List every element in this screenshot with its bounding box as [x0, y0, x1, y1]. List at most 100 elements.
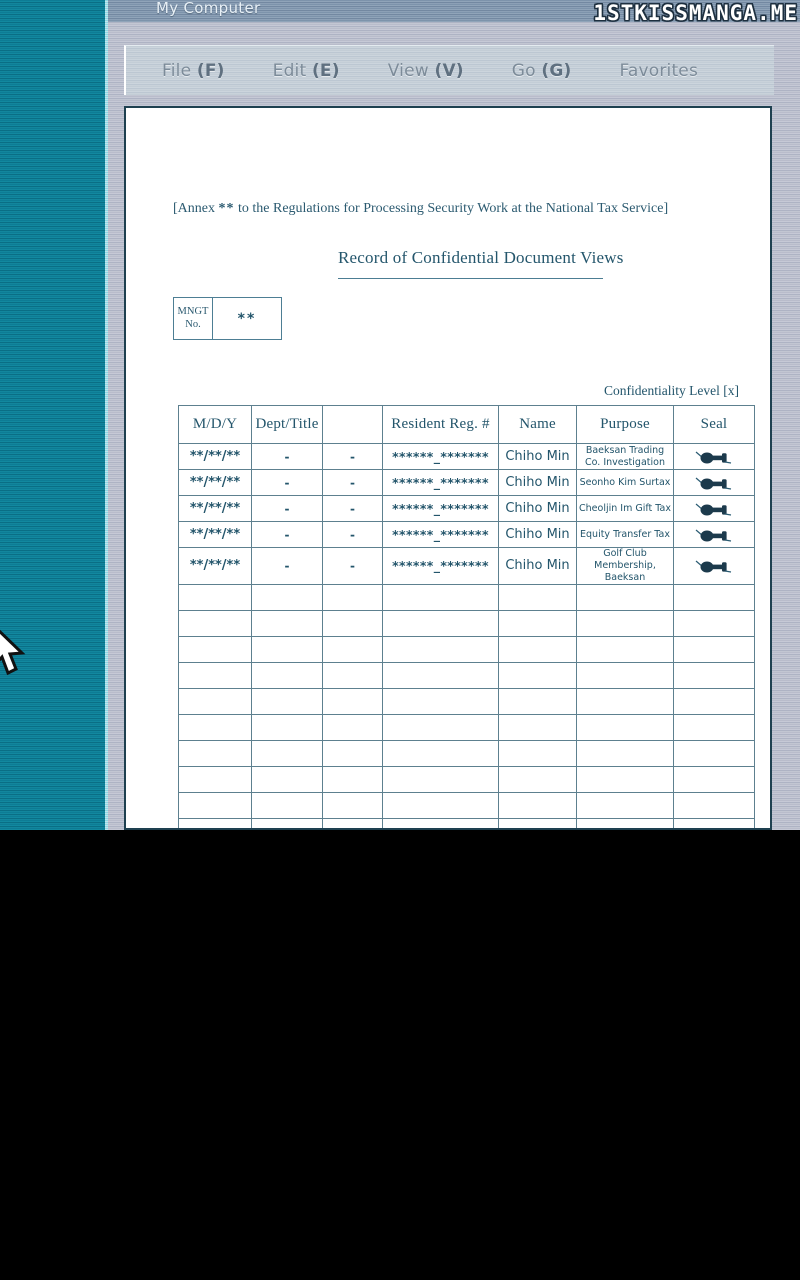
col-header-name: Name	[498, 405, 577, 444]
cell-name: Chiho Min	[498, 495, 577, 522]
cell-empty	[251, 583, 323, 611]
cell-empty	[251, 765, 323, 793]
cell-empty	[673, 765, 755, 793]
management-number-box: MNGT No. **	[173, 297, 282, 340]
table-row: **/**/** - - ******_******* Chiho Min Baeksan…	[178, 443, 755, 470]
table-header-row: M/D/Y Dept/Title Resident Reg. # Name Pu…	[178, 405, 755, 444]
col-header-date: M/D/Y	[178, 405, 252, 444]
table-row-empty	[178, 765, 755, 793]
table-row-empty	[178, 661, 755, 689]
col-header-resident-reg: Resident Reg. #	[382, 405, 499, 444]
cell-empty	[576, 661, 674, 689]
cell-empty	[322, 817, 383, 828]
cell-name: Chiho Min	[498, 469, 577, 496]
cell-empty	[673, 713, 755, 741]
cell-dept: -	[251, 469, 323, 496]
cell-resident-reg: ******_*******	[382, 495, 499, 522]
confidentiality-level-label: Confidentiality Level [x]	[604, 383, 739, 398]
table-row-empty	[178, 609, 755, 637]
col-header-dept-title: Dept/Title	[251, 405, 323, 444]
table-header: M/D/Y Dept/Title Resident Reg. # Name Pu…	[178, 405, 755, 444]
cell-empty	[322, 635, 383, 663]
cell-empty	[322, 791, 383, 819]
cell-empty	[178, 687, 252, 715]
cell-empty	[178, 609, 252, 637]
table-row: **/**/** - - ******_******* Chiho Min Cheolji…	[178, 495, 755, 522]
cell-dept: -	[251, 443, 323, 470]
cell-empty	[382, 687, 499, 715]
menu-item-go-label: Go	[511, 60, 542, 81]
menu-item-edit-label: Edit	[272, 60, 312, 81]
cell-empty	[498, 817, 577, 828]
cell-empty	[178, 661, 252, 689]
cell-empty	[382, 583, 499, 611]
table-row-empty	[178, 739, 755, 767]
cell-purpose: Seonho Kim Surtax	[576, 469, 674, 496]
menu-item-file-label: File	[162, 60, 197, 81]
cell-date: **/**/**	[178, 469, 252, 496]
cell-empty	[673, 583, 755, 611]
table-row-empty	[178, 713, 755, 741]
menu-item-favorites-label: Favorites	[619, 60, 699, 81]
cell-unlabeled: -	[322, 495, 383, 522]
cell-empty	[382, 609, 499, 637]
cell-empty	[576, 583, 674, 611]
site-watermark: 1STKISSMANGA.ME	[593, 1, 798, 25]
menu-item-file[interactable]: File (F)	[162, 61, 225, 81]
menu-item-favorites[interactable]: Favorites	[619, 61, 698, 81]
cell-date: **/**/**	[178, 495, 252, 522]
annex-reference-line: [Annex ** to the Regulations for Process…	[173, 201, 668, 217]
cell-empty	[498, 635, 577, 663]
cell-dept: -	[251, 495, 323, 522]
menu-item-view-accel: (V)	[434, 60, 464, 81]
cell-empty	[382, 817, 499, 828]
cell-empty	[178, 765, 252, 793]
cell-empty	[251, 791, 323, 819]
cell-empty	[251, 739, 323, 767]
cell-empty	[322, 661, 383, 689]
table-body: **/**/** - - ******_******* Chiho Min Baeksan…	[178, 443, 755, 828]
col-header-unlabeled	[322, 405, 383, 444]
annex-prefix: [Annex	[173, 201, 219, 216]
seal-stamp-icon	[695, 529, 732, 542]
menu-item-edit[interactable]: Edit (E)	[273, 61, 340, 81]
cell-empty	[498, 609, 577, 637]
col-header-seal: Seal	[673, 405, 755, 444]
cell-empty	[382, 635, 499, 663]
cell-empty	[251, 687, 323, 715]
document-title: Record of Confidential Document Views	[338, 248, 624, 267]
table-row: **/**/** - - ******_******* Chiho Min Seonho …	[178, 469, 755, 496]
cell-date: **/**/**	[178, 443, 252, 470]
seal-stamp-icon	[695, 451, 732, 464]
cell-name: Chiho Min	[498, 547, 577, 585]
cell-empty	[673, 739, 755, 767]
cell-empty	[498, 791, 577, 819]
cell-empty	[322, 713, 383, 741]
cell-empty	[498, 583, 577, 611]
cell-empty	[576, 609, 674, 637]
cell-resident-reg: ******_*******	[382, 547, 499, 585]
table-row-empty	[178, 635, 755, 663]
cell-resident-reg: ******_*******	[382, 443, 499, 470]
cell-empty	[178, 791, 252, 819]
cell-empty	[498, 765, 577, 793]
cell-empty	[576, 635, 674, 663]
cell-seal	[673, 469, 755, 496]
cell-empty	[673, 791, 755, 819]
cell-empty	[251, 635, 323, 663]
cell-unlabeled: -	[322, 547, 383, 585]
document-page: [Annex ** to the Regulations for Process…	[124, 106, 772, 830]
cell-seal	[673, 521, 755, 548]
confidential-view-record-table: M/D/Y Dept/Title Resident Reg. # Name Pu…	[178, 405, 755, 828]
cell-name: Chiho Min	[498, 443, 577, 470]
menu-item-view[interactable]: View (V)	[388, 61, 464, 81]
cell-empty	[498, 713, 577, 741]
cell-empty	[251, 609, 323, 637]
cell-empty	[673, 817, 755, 828]
cell-purpose: Baeksan Trading Co. Investigation	[576, 443, 674, 470]
cell-dept: -	[251, 547, 323, 585]
cell-empty	[576, 791, 674, 819]
cell-unlabeled: -	[322, 521, 383, 548]
menu-item-go[interactable]: Go (G)	[512, 61, 572, 81]
seal-stamp-icon	[695, 560, 732, 573]
